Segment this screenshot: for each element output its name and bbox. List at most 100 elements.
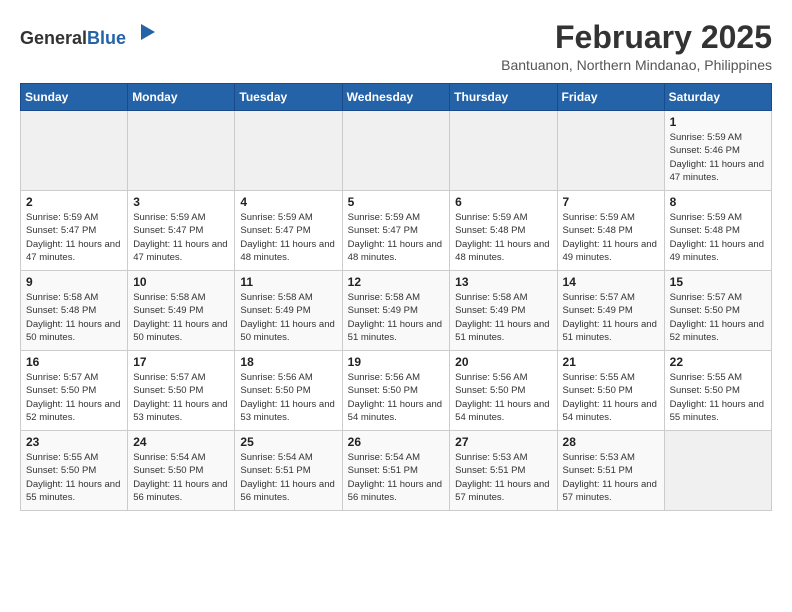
day-info: Sunrise: 5:59 AM Sunset: 5:48 PM Dayligh… xyxy=(455,211,551,264)
day-number: 14 xyxy=(563,275,659,289)
day-info: Sunrise: 5:59 AM Sunset: 5:48 PM Dayligh… xyxy=(670,211,766,264)
day-number: 13 xyxy=(455,275,551,289)
calendar-cell: 13 Sunrise: 5:58 AM Sunset: 5:49 PM Dayli… xyxy=(450,271,557,351)
day-info: Sunrise: 5:57 AM Sunset: 5:50 PM Dayligh… xyxy=(26,371,122,424)
calendar-cell: 4 Sunrise: 5:59 AM Sunset: 5:47 PM Daylig… xyxy=(235,191,342,271)
day-number: 7 xyxy=(563,195,659,209)
calendar-cell: 24Sunrise: 5:54 AM Sunset: 5:50 PM Dayli… xyxy=(128,431,235,511)
title-block: February 2025 Bantuanon, Northern Mindan… xyxy=(501,20,772,73)
calendar-cell: 23Sunrise: 5:55 AM Sunset: 5:50 PM Dayli… xyxy=(21,431,128,511)
logo-blue: Blue xyxy=(87,28,126,48)
calendar-header-row: SundayMondayTuesdayWednesdayThursdayFrid… xyxy=(21,84,772,111)
day-info: Sunrise: 5:59 AM Sunset: 5:47 PM Dayligh… xyxy=(348,211,445,264)
day-info: Sunrise: 5:59 AM Sunset: 5:47 PM Dayligh… xyxy=(240,211,336,264)
calendar-cell xyxy=(128,111,235,191)
day-number: 24 xyxy=(133,435,229,449)
day-info: Sunrise: 5:56 AM Sunset: 5:50 PM Dayligh… xyxy=(455,371,551,424)
day-number: 22 xyxy=(670,355,766,369)
calendar-cell: 28 Sunrise: 5:53 AM Sunset: 5:51 PM Dayli… xyxy=(557,431,664,511)
day-info: Sunrise: 5:57 AM Sunset: 5:49 PM Dayligh… xyxy=(563,291,659,344)
day-number: 16 xyxy=(26,355,122,369)
calendar-week-1: 1 Sunrise: 5:59 AM Sunset: 5:46 PM Daylig… xyxy=(21,111,772,191)
calendar-cell xyxy=(21,111,128,191)
day-number: 27 xyxy=(455,435,551,449)
calendar-week-3: 9 Sunrise: 5:58 AM Sunset: 5:48 PM Daylig… xyxy=(21,271,772,351)
month-year-title: February 2025 xyxy=(501,20,772,55)
calendar-cell xyxy=(235,111,342,191)
day-number: 28 xyxy=(563,435,659,449)
calendar-cell: 9 Sunrise: 5:58 AM Sunset: 5:48 PM Daylig… xyxy=(21,271,128,351)
calendar-header-sunday: Sunday xyxy=(21,84,128,111)
logo-icon xyxy=(133,20,157,44)
day-info: Sunrise: 5:58 AM Sunset: 5:48 PM Dayligh… xyxy=(26,291,122,344)
day-number: 21 xyxy=(563,355,659,369)
calendar-week-5: 23Sunrise: 5:55 AM Sunset: 5:50 PM Dayli… xyxy=(21,431,772,511)
day-number: 25 xyxy=(240,435,336,449)
day-info: Sunrise: 5:54 AM Sunset: 5:51 PM Dayligh… xyxy=(348,451,445,504)
calendar-cell: 25 Sunrise: 5:54 AM Sunset: 5:51 PM Dayli… xyxy=(235,431,342,511)
calendar-header-saturday: Saturday xyxy=(664,84,771,111)
calendar-cell xyxy=(342,111,450,191)
calendar-cell: 10Sunrise: 5:58 AM Sunset: 5:49 PM Dayli… xyxy=(128,271,235,351)
calendar-header-tuesday: Tuesday xyxy=(235,84,342,111)
calendar-cell: 12 Sunrise: 5:58 AM Sunset: 5:49 PM Dayli… xyxy=(342,271,450,351)
day-info: Sunrise: 5:55 AM Sunset: 5:50 PM Dayligh… xyxy=(26,451,122,504)
day-number: 12 xyxy=(348,275,445,289)
calendar-cell: 14 Sunrise: 5:57 AM Sunset: 5:49 PM Dayli… xyxy=(557,271,664,351)
logo-general: General xyxy=(20,28,87,48)
calendar-cell: 16 Sunrise: 5:57 AM Sunset: 5:50 PM Dayli… xyxy=(21,351,128,431)
day-number: 11 xyxy=(240,275,336,289)
day-info: Sunrise: 5:59 AM Sunset: 5:46 PM Dayligh… xyxy=(670,131,766,184)
calendar-cell: 19 Sunrise: 5:56 AM Sunset: 5:50 PM Dayli… xyxy=(342,351,450,431)
day-info: Sunrise: 5:57 AM Sunset: 5:50 PM Dayligh… xyxy=(133,371,229,424)
calendar-cell: 11 Sunrise: 5:58 AM Sunset: 5:49 PM Dayli… xyxy=(235,271,342,351)
calendar-header-wednesday: Wednesday xyxy=(342,84,450,111)
day-info: Sunrise: 5:58 AM Sunset: 5:49 PM Dayligh… xyxy=(455,291,551,344)
calendar-header-friday: Friday xyxy=(557,84,664,111)
day-info: Sunrise: 5:58 AM Sunset: 5:49 PM Dayligh… xyxy=(133,291,229,344)
calendar-cell: 2 Sunrise: 5:59 AM Sunset: 5:47 PM Daylig… xyxy=(21,191,128,271)
day-info: Sunrise: 5:59 AM Sunset: 5:47 PM Dayligh… xyxy=(133,211,229,264)
calendar-cell: 15 Sunrise: 5:57 AM Sunset: 5:50 PM Dayli… xyxy=(664,271,771,351)
calendar-header-monday: Monday xyxy=(128,84,235,111)
page-header: GeneralBlue February 2025 Bantuanon, Nor… xyxy=(20,20,772,73)
day-number: 20 xyxy=(455,355,551,369)
day-info: Sunrise: 5:55 AM Sunset: 5:50 PM Dayligh… xyxy=(563,371,659,424)
calendar-cell: 27 Sunrise: 5:53 AM Sunset: 5:51 PM Dayli… xyxy=(450,431,557,511)
day-info: Sunrise: 5:58 AM Sunset: 5:49 PM Dayligh… xyxy=(240,291,336,344)
day-info: Sunrise: 5:53 AM Sunset: 5:51 PM Dayligh… xyxy=(563,451,659,504)
calendar-cell: 3 Sunrise: 5:59 AM Sunset: 5:47 PM Daylig… xyxy=(128,191,235,271)
calendar-cell xyxy=(557,111,664,191)
day-number: 4 xyxy=(240,195,336,209)
day-number: 18 xyxy=(240,355,336,369)
calendar-cell: 5Sunrise: 5:59 AM Sunset: 5:47 PM Daylig… xyxy=(342,191,450,271)
day-info: Sunrise: 5:56 AM Sunset: 5:50 PM Dayligh… xyxy=(348,371,445,424)
day-number: 9 xyxy=(26,275,122,289)
calendar-cell: 1 Sunrise: 5:59 AM Sunset: 5:46 PM Daylig… xyxy=(664,111,771,191)
calendar-cell: 20 Sunrise: 5:56 AM Sunset: 5:50 PM Dayli… xyxy=(450,351,557,431)
day-info: Sunrise: 5:54 AM Sunset: 5:51 PM Dayligh… xyxy=(240,451,336,504)
calendar-cell: 7Sunrise: 5:59 AM Sunset: 5:48 PM Daylig… xyxy=(557,191,664,271)
calendar-week-4: 16 Sunrise: 5:57 AM Sunset: 5:50 PM Dayli… xyxy=(21,351,772,431)
day-info: Sunrise: 5:53 AM Sunset: 5:51 PM Dayligh… xyxy=(455,451,551,504)
calendar-cell: 22 Sunrise: 5:55 AM Sunset: 5:50 PM Dayli… xyxy=(664,351,771,431)
day-info: Sunrise: 5:59 AM Sunset: 5:47 PM Dayligh… xyxy=(26,211,122,264)
day-info: Sunrise: 5:58 AM Sunset: 5:49 PM Dayligh… xyxy=(348,291,445,344)
day-number: 26 xyxy=(348,435,445,449)
calendar-cell: 21 Sunrise: 5:55 AM Sunset: 5:50 PM Dayli… xyxy=(557,351,664,431)
calendar-cell: 17Sunrise: 5:57 AM Sunset: 5:50 PM Dayli… xyxy=(128,351,235,431)
day-number: 19 xyxy=(348,355,445,369)
calendar-week-2: 2 Sunrise: 5:59 AM Sunset: 5:47 PM Daylig… xyxy=(21,191,772,271)
calendar-cell: 18Sunrise: 5:56 AM Sunset: 5:50 PM Dayli… xyxy=(235,351,342,431)
day-number: 15 xyxy=(670,275,766,289)
day-number: 1 xyxy=(670,115,766,129)
day-number: 3 xyxy=(133,195,229,209)
day-info: Sunrise: 5:57 AM Sunset: 5:50 PM Dayligh… xyxy=(670,291,766,344)
calendar-cell: 8Sunrise: 5:59 AM Sunset: 5:48 PM Daylig… xyxy=(664,191,771,271)
day-info: Sunrise: 5:55 AM Sunset: 5:50 PM Dayligh… xyxy=(670,371,766,424)
calendar-header-thursday: Thursday xyxy=(450,84,557,111)
day-number: 2 xyxy=(26,195,122,209)
calendar-cell: 6Sunrise: 5:59 AM Sunset: 5:48 PM Daylig… xyxy=(450,191,557,271)
logo: GeneralBlue xyxy=(20,20,157,49)
calendar-table: SundayMondayTuesdayWednesdayThursdayFrid… xyxy=(20,83,772,511)
